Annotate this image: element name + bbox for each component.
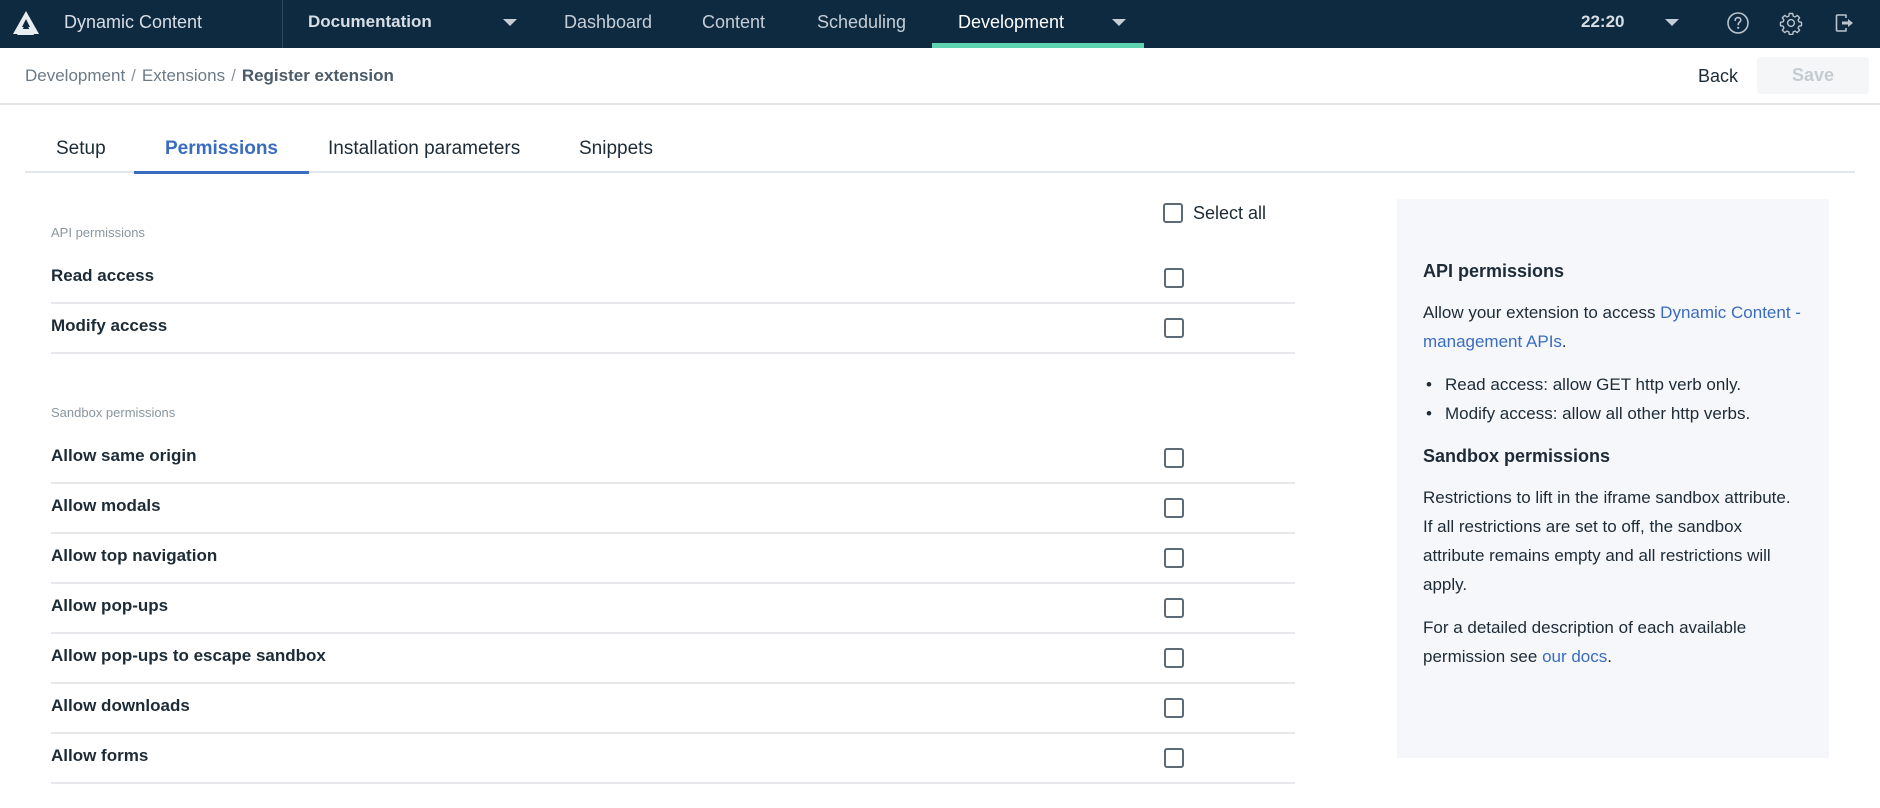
chevron-down-icon[interactable] xyxy=(503,19,517,26)
allow-modals-checkbox[interactable] xyxy=(1164,498,1184,518)
save-button[interactable]: Save xyxy=(1757,57,1869,94)
tab-bar: Setup Permissions Installation parameter… xyxy=(25,130,1855,174)
allow-top-navigation-checkbox[interactable] xyxy=(1164,548,1184,568)
permission-label: Allow forms xyxy=(51,746,149,765)
nav-item-development[interactable]: Development xyxy=(958,0,1064,45)
page-header: Development / Extensions / Register extensio… xyxy=(0,48,1880,105)
permission-label: Modify access xyxy=(51,316,168,335)
permission-label: Allow pop-ups xyxy=(51,596,169,615)
permission-label: Allow top navigation xyxy=(51,546,218,565)
select-all-checkbox[interactable]: Select all xyxy=(1163,201,1266,225)
allow-downloads-checkbox[interactable] xyxy=(1164,698,1184,718)
nav-divider xyxy=(282,0,283,48)
permission-label: Allow same origin xyxy=(51,446,197,465)
nav-item-dashboard[interactable]: Dashboard xyxy=(564,0,652,45)
permission-row-allow-pop-ups: Allow pop-ups xyxy=(51,584,1295,634)
help-text: . xyxy=(1607,647,1612,666)
permission-label: Allow modals xyxy=(51,496,161,515)
permission-row-allow-pop-ups-escape-sandbox: Allow pop-ups to escape sandbox xyxy=(51,634,1295,684)
chevron-down-icon[interactable] xyxy=(1665,19,1679,26)
time-display[interactable]: 22:20 xyxy=(1581,0,1624,45)
breadcrumb-item-development[interactable]: Development xyxy=(25,66,125,85)
help-api-heading: API permissions xyxy=(1423,261,1565,281)
help-api-intro: Allow your extension to access Dynamic C… xyxy=(1423,298,1803,356)
select-all-label: Select all xyxy=(1193,202,1267,223)
allow-pop-ups-checkbox[interactable] xyxy=(1164,598,1184,618)
help-panel: API permissions Allow your extension to … xyxy=(1397,199,1829,758)
permission-label: Read access xyxy=(51,266,155,285)
logo-icon[interactable] xyxy=(12,10,40,36)
permission-row-allow-modals: Allow modals xyxy=(51,484,1295,534)
permission-row-allow-same-origin: Allow same origin xyxy=(51,434,1295,484)
permission-row-allow-downloads: Allow downloads xyxy=(51,684,1295,734)
chevron-down-icon[interactable] xyxy=(1112,19,1126,26)
top-navigation-bar: Dynamic Content Documentation Dashboard … xyxy=(0,0,1880,48)
tab-snippets[interactable]: Snippets xyxy=(548,130,684,173)
read-access-checkbox[interactable] xyxy=(1164,268,1184,288)
tab-setup[interactable]: Setup xyxy=(25,130,137,173)
settings-icon[interactable] xyxy=(1779,11,1803,35)
help-text: . xyxy=(1561,332,1567,351)
back-button[interactable]: Back xyxy=(1688,58,1748,94)
modify-access-checkbox[interactable] xyxy=(1164,318,1184,338)
tab-installation-parameters[interactable]: Installation parameters xyxy=(297,130,551,173)
permission-row-allow-forms: Allow forms xyxy=(51,734,1295,784)
allow-pop-ups-escape-sandbox-checkbox[interactable] xyxy=(1164,648,1184,668)
nav-item-scheduling[interactable]: Scheduling xyxy=(817,0,906,45)
breadcrumb-separator: / xyxy=(231,66,236,85)
help-icon[interactable] xyxy=(1726,11,1750,35)
permission-label: Allow downloads xyxy=(51,696,190,715)
permission-row-read-access: Read access xyxy=(51,254,1295,304)
api-permissions-section-label: API permissions xyxy=(51,225,145,240)
help-bullet: Read access: allow GET http verb only. xyxy=(1423,370,1803,399)
nav-item-content[interactable]: Content xyxy=(702,0,765,45)
help-api-bullets: Read access: allow GET http verb only. M… xyxy=(1423,370,1803,428)
allow-forms-checkbox[interactable] xyxy=(1164,748,1184,768)
help-sandbox-text: Restrictions to lift in the iframe sandb… xyxy=(1423,488,1791,594)
app-name: Dynamic Content xyxy=(64,12,203,32)
permission-label: Allow pop-ups to escape sandbox xyxy=(51,646,326,665)
help-text: Allow your extension to access xyxy=(1423,303,1661,322)
logout-icon[interactable] xyxy=(1832,11,1856,35)
tab-permissions[interactable]: Permissions xyxy=(134,130,309,174)
hub-selector[interactable]: Documentation xyxy=(308,0,432,45)
help-sandbox-heading: Sandbox permissions xyxy=(1423,446,1611,466)
breadcrumb-item-current: Register extension xyxy=(241,66,394,85)
help-bullet: Modify access: allow all other http verb… xyxy=(1423,399,1803,428)
checkbox[interactable] xyxy=(1163,203,1183,223)
permission-row-modify-access: Modify access xyxy=(51,304,1295,354)
allow-same-origin-checkbox[interactable] xyxy=(1164,448,1184,468)
help-docs-text: For a detailed description of each avail… xyxy=(1423,613,1803,671)
breadcrumb-separator: / xyxy=(131,66,136,85)
breadcrumb-item-extensions[interactable]: Extensions xyxy=(142,66,225,85)
our-docs-link[interactable]: our docs xyxy=(1542,647,1607,666)
sandbox-permissions-section-label: Sandbox permissions xyxy=(51,405,176,420)
permission-row-allow-top-navigation: Allow top navigation xyxy=(51,534,1295,584)
breadcrumb: Development / Extensions / Register extensio… xyxy=(25,48,394,103)
